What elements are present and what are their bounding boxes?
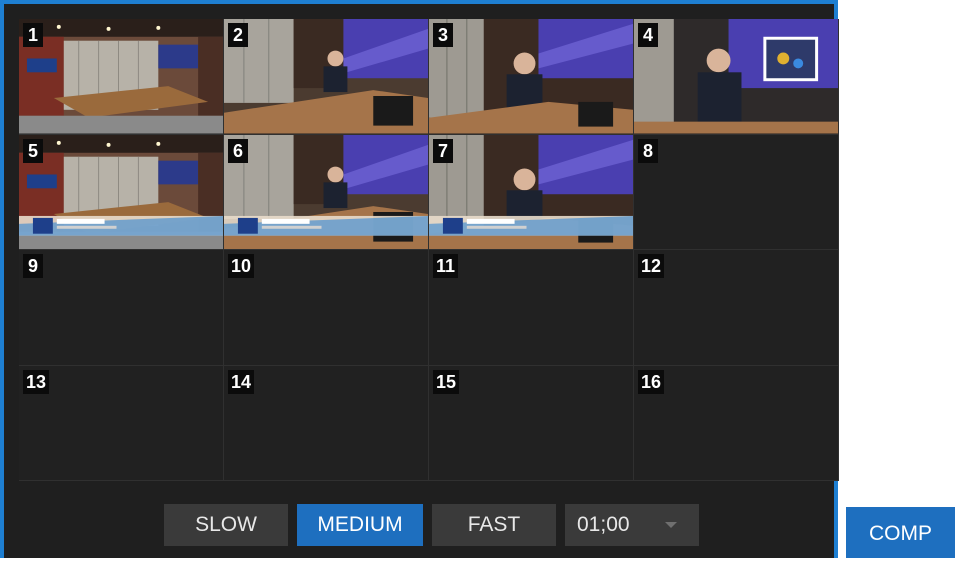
slow-button[interactable]: SLOW: [164, 504, 288, 546]
slot-number: 14: [228, 369, 255, 394]
preset-slot-6[interactable]: 6: [224, 134, 429, 250]
slot-number: 3: [433, 23, 453, 47]
slot-number: 16: [638, 369, 665, 394]
preset-thumbnail: [224, 134, 428, 249]
preset-slot-4[interactable]: 4: [634, 19, 839, 135]
slot-number: 4: [638, 23, 658, 47]
comp-preset-panel: 1 2 3 4 5 6 7 8 9 10 11 12 13 14 15 16 S…: [0, 0, 839, 558]
medium-button[interactable]: MEDIUM: [297, 504, 423, 546]
fast-button[interactable]: FAST: [432, 504, 556, 546]
duration-value: 01;00: [577, 513, 630, 536]
comp-button[interactable]: COMP: [846, 507, 955, 558]
slot-number: 10: [228, 254, 255, 278]
preset-slot-9[interactable]: 9: [19, 250, 224, 366]
slot-number: 9: [23, 254, 43, 278]
slot-number: 8: [638, 138, 658, 163]
slot-number: 2: [228, 23, 248, 47]
transition-speed-controls: SLOW MEDIUM FAST 01;00: [164, 504, 699, 546]
preset-thumbnail: [19, 134, 223, 249]
slot-number: 11: [433, 254, 459, 278]
preset-slot-12[interactable]: 12: [634, 250, 839, 366]
preset-slot-14[interactable]: 14: [224, 365, 429, 481]
preset-slot-3[interactable]: 3: [429, 19, 634, 135]
preset-slot-13[interactable]: 13: [19, 365, 224, 481]
preset-slot-1[interactable]: 1: [19, 19, 224, 135]
chevron-down-icon: [665, 522, 677, 528]
preset-slot-11[interactable]: 11: [429, 250, 634, 366]
slot-number: 15: [433, 369, 460, 394]
preset-slot-15[interactable]: 15: [429, 365, 634, 481]
slot-number: 1: [23, 23, 43, 47]
preset-thumbnail: [429, 134, 633, 249]
preset-slot-5[interactable]: 5: [19, 134, 224, 250]
slot-number: 12: [638, 254, 665, 278]
duration-dropdown[interactable]: 01;00: [565, 504, 699, 546]
slot-number: 13: [23, 369, 50, 394]
preset-slot-7[interactable]: 7: [429, 134, 634, 250]
preset-slot-2[interactable]: 2: [224, 19, 429, 135]
slot-number: 7: [433, 138, 453, 163]
preset-slot-16[interactable]: 16: [634, 365, 839, 481]
preset-slot-10[interactable]: 10: [224, 250, 429, 366]
preset-thumbnail: [634, 19, 838, 134]
preset-thumbnail: [429, 19, 633, 134]
slot-number: 6: [228, 138, 248, 163]
slot-number: 5: [23, 138, 43, 163]
preset-thumbnail: [19, 19, 223, 134]
preset-thumbnail: [224, 19, 428, 134]
preset-slot-8[interactable]: 8: [634, 134, 839, 250]
preset-grid: 1 2 3 4 5 6 7 8 9 10 11 12 13 14 15 16: [19, 19, 839, 481]
